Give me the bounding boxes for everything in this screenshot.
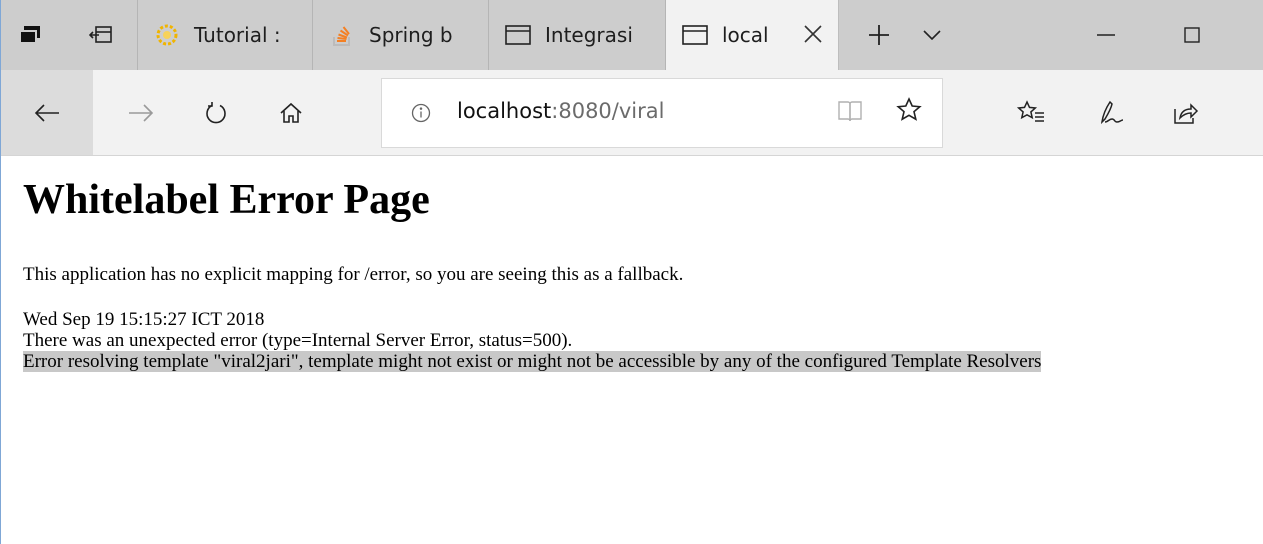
- new-tab-icon[interactable]: [851, 0, 907, 70]
- stackoverflow-icon: [329, 22, 355, 48]
- browser-window: Tutorial : Spring b Integrasi local loca…: [0, 0, 1263, 544]
- tab-label: Spring b: [369, 23, 453, 47]
- reading-view-icon[interactable]: [837, 99, 863, 127]
- page-title: Whitelabel Error Page: [23, 177, 430, 223]
- set-aside-tabs-icon[interactable]: [71, 0, 131, 70]
- tab-tutorial[interactable]: Tutorial :: [137, 0, 313, 70]
- home-icon[interactable]: [251, 70, 331, 155]
- tab-spring[interactable]: Spring b: [313, 0, 489, 70]
- share-icon[interactable]: [1151, 70, 1221, 155]
- maximize-icon[interactable]: [1157, 0, 1227, 70]
- java-gear-icon: [154, 22, 180, 48]
- error-details: Wed Sep 19 15:15:27 ICT 2018 There was a…: [23, 309, 1253, 372]
- tab-manager-icon[interactable]: [1, 0, 59, 70]
- tab-integrasi[interactable]: Integrasi: [489, 0, 666, 70]
- favorite-star-icon[interactable]: [896, 97, 922, 127]
- navigation-bar: localhost:8080/viral: [1, 70, 1263, 156]
- tab-bar: Tutorial : Spring b Integrasi local: [1, 0, 1263, 70]
- error-status-line: There was an unexpected error (type=Inte…: [23, 330, 573, 351]
- url-text[interactable]: localhost:8080/viral: [457, 99, 664, 123]
- site-info-icon[interactable]: [411, 103, 431, 127]
- page-icon: [682, 22, 708, 48]
- address-bar[interactable]: localhost:8080/viral: [381, 78, 943, 148]
- web-note-pen-icon[interactable]: [1076, 70, 1146, 155]
- favorites-hub-icon[interactable]: [996, 70, 1066, 155]
- close-tab-icon[interactable]: [804, 20, 822, 50]
- page-content: Whitelabel Error Page This application h…: [23, 160, 1253, 372]
- back-arrow-icon[interactable]: [1, 70, 93, 155]
- tab-preview-chevron-down-icon[interactable]: [907, 0, 957, 70]
- forward-arrow-icon[interactable]: [101, 70, 181, 155]
- tab-label: local: [722, 23, 769, 47]
- minimize-icon[interactable]: [1071, 0, 1141, 70]
- page-icon: [505, 22, 531, 48]
- tab-local[interactable]: local: [666, 0, 839, 70]
- error-timestamp: Wed Sep 19 15:15:27 ICT 2018: [23, 309, 265, 330]
- selected-error-text: Error resolving template "viral2jari", t…: [23, 351, 1042, 372]
- tab-label: Integrasi: [545, 23, 633, 47]
- url-host: localhost: [457, 99, 552, 123]
- url-path: :8080/viral: [551, 99, 665, 123]
- refresh-icon[interactable]: [181, 70, 251, 155]
- error-message: Error resolving template "viral2jari", t…: [23, 351, 1253, 372]
- tab-label: Tutorial :: [194, 23, 281, 47]
- fallback-message: This application has no explicit mapping…: [23, 264, 684, 285]
